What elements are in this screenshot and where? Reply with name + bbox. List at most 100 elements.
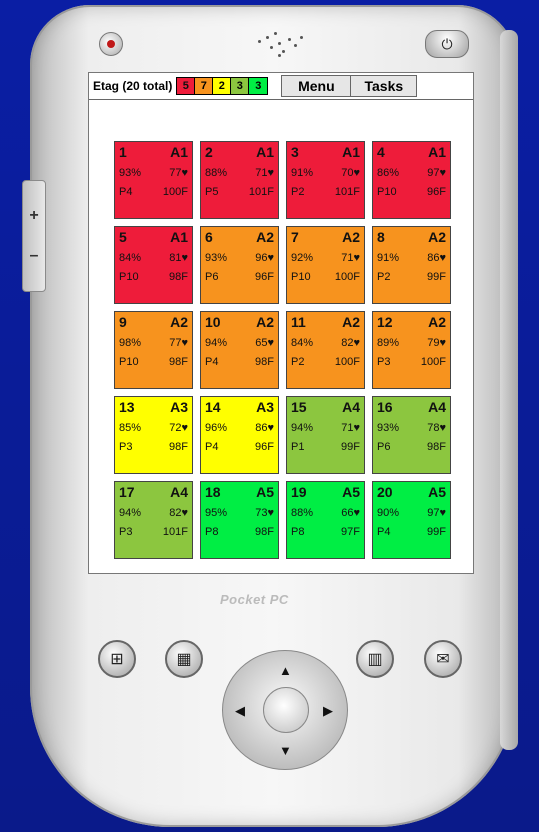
calendar-icon: ▦ xyxy=(176,651,192,668)
tag-tile[interactable]: 8 A2 91% 86♥ P2 99F xyxy=(372,226,451,304)
tag-position: P10 xyxy=(119,356,139,368)
inbox-button[interactable]: ✉ xyxy=(424,640,462,678)
tag-temperature: 98F xyxy=(169,271,188,283)
tag-position: P4 xyxy=(377,526,391,538)
tag-temperature: 99F xyxy=(427,271,446,283)
tag-temperature: 101F xyxy=(248,186,274,198)
tag-heart-rate: 72♥ xyxy=(169,422,188,434)
tasks-button[interactable]: Tasks xyxy=(351,75,418,97)
dpad-center-button[interactable] xyxy=(263,687,309,733)
tag-position: P4 xyxy=(119,186,133,198)
tag-tile[interactable]: 3 A1 91% 70♥ P2 101F xyxy=(286,141,365,219)
tag-tile[interactable]: 12 A2 89% 79♥ P3 100F xyxy=(372,311,451,389)
tag-temperature: 100F xyxy=(334,271,360,283)
tag-temperature: 98F xyxy=(169,356,188,368)
tag-tile[interactable]: 5 A1 84% 81♥ P10 98F xyxy=(114,226,193,304)
tag-heart-rate: 77♥ xyxy=(169,167,188,179)
tag-heart-rate: 77♥ xyxy=(169,337,188,349)
dpad-left-icon[interactable]: ◀ xyxy=(235,703,245,719)
dpad-right-icon[interactable]: ▶ xyxy=(323,703,333,719)
tag-tile[interactable]: 16 A4 93% 78♥ P6 98F xyxy=(372,396,451,474)
tag-heart-rate: 97♥ xyxy=(427,507,446,519)
tag-heart-rate: 96♥ xyxy=(255,252,274,264)
app-toolbar: Etag (20 total) 57233 Menu Tasks xyxy=(89,73,473,100)
tag-heart-rate: 78♥ xyxy=(427,422,446,434)
tag-area: A5 xyxy=(428,484,446,500)
tag-heart-rate: 82♥ xyxy=(341,337,360,349)
volume-up-icon[interactable]: + xyxy=(23,196,45,236)
tag-temperature: 96F xyxy=(255,271,274,283)
tag-area: A1 xyxy=(428,144,446,160)
tag-tile[interactable]: 14 A3 96% 86♥ P4 96F xyxy=(200,396,279,474)
tag-tile[interactable]: 1 A1 93% 77♥ P4 100F xyxy=(114,141,193,219)
power-button[interactable]: ⏻ xyxy=(425,30,469,58)
tag-heart-rate: 97♥ xyxy=(427,167,446,179)
tag-percent: 96% xyxy=(205,422,228,434)
tag-area: A4 xyxy=(342,399,360,415)
tag-percent: 88% xyxy=(205,167,228,179)
device-logo: Pocket PC xyxy=(220,592,289,607)
tag-position: P8 xyxy=(291,526,305,538)
tag-id: 12 xyxy=(377,314,393,330)
tag-percent: 98% xyxy=(119,337,142,349)
tag-tile[interactable]: 19 A5 88% 66♥ P8 97F xyxy=(286,481,365,559)
tag-tile[interactable]: 7 A2 92% 71♥ P10 100F xyxy=(286,226,365,304)
tag-tile[interactable]: 2 A1 88% 71♥ P5 101F xyxy=(200,141,279,219)
tag-percent: 84% xyxy=(291,337,314,349)
tag-position: P6 xyxy=(205,271,219,283)
count-badge: 2 xyxy=(213,78,232,94)
tag-percent: 93% xyxy=(205,252,228,264)
tag-position: P3 xyxy=(119,441,133,453)
tag-tile[interactable]: 10 A2 94% 65♥ P4 98F xyxy=(200,311,279,389)
tag-heart-rate: 66♥ xyxy=(341,507,360,519)
tag-position: P8 xyxy=(205,526,219,538)
tag-temperature: 97F xyxy=(341,526,360,538)
tag-area: A2 xyxy=(428,314,446,330)
volume-rocker[interactable]: + – xyxy=(22,180,46,292)
tag-tile[interactable]: 13 A3 85% 72♥ P3 98F xyxy=(114,396,193,474)
tag-tile[interactable]: 18 A5 95% 73♥ P8 98F xyxy=(200,481,279,559)
tag-id: 11 xyxy=(291,314,306,330)
tag-percent: 92% xyxy=(291,252,314,264)
tag-tile[interactable]: 4 A1 86% 97♥ P10 96F xyxy=(372,141,451,219)
tag-heart-rate: 86♥ xyxy=(255,422,274,434)
tag-temperature: 96F xyxy=(255,441,274,453)
calendar-button[interactable]: ▦ xyxy=(165,640,203,678)
record-button[interactable] xyxy=(99,32,123,56)
tag-area: A1 xyxy=(170,144,188,160)
tag-area: A4 xyxy=(428,399,446,415)
tag-percent: 94% xyxy=(205,337,228,349)
tag-tile[interactable]: 15 A4 94% 71♥ P1 99F xyxy=(286,396,365,474)
tag-temperature: 98F xyxy=(169,441,188,453)
tag-area: A2 xyxy=(342,314,360,330)
tag-tile[interactable]: 11 A2 84% 82♥ P2 100F xyxy=(286,311,365,389)
contacts-button[interactable]: ▥ xyxy=(356,640,394,678)
tag-temperature: 99F xyxy=(427,526,446,538)
contacts-icon: ▥ xyxy=(367,651,383,668)
tag-tile[interactable]: 17 A4 94% 82♥ P3 101F xyxy=(114,481,193,559)
tag-percent: 93% xyxy=(119,167,142,179)
start-button[interactable]: ⊞ xyxy=(98,640,136,678)
tag-area: A5 xyxy=(256,484,274,500)
volume-down-icon[interactable]: – xyxy=(23,236,45,276)
tag-heart-rate: 70♥ xyxy=(341,167,360,179)
tag-percent: 84% xyxy=(119,252,142,264)
speaker-grille xyxy=(250,28,310,57)
menu-button[interactable]: Menu xyxy=(281,75,352,97)
dpad-up-icon[interactable]: ▲ xyxy=(279,663,292,678)
count-badge: 5 xyxy=(177,78,196,94)
tag-tile[interactable]: 20 A5 90% 97♥ P4 99F xyxy=(372,481,451,559)
dpad-down-icon[interactable]: ▼ xyxy=(279,743,292,758)
directional-pad[interactable]: ▲ ▼ ◀ ▶ xyxy=(222,650,348,770)
tag-position: P10 xyxy=(377,186,397,198)
tag-temperature: 99F xyxy=(341,441,360,453)
tag-id: 7 xyxy=(291,229,299,245)
device-right-edge xyxy=(500,30,518,750)
tag-position: P2 xyxy=(377,271,391,283)
tag-id: 1 xyxy=(119,144,127,160)
tag-temperature: 98F xyxy=(427,441,446,453)
tag-tile[interactable]: 6 A2 93% 96♥ P6 96F xyxy=(200,226,279,304)
inbox-icon: ✉ xyxy=(436,651,450,668)
tag-tile[interactable]: 9 A2 98% 77♥ P10 98F xyxy=(114,311,193,389)
tag-temperature: 98F xyxy=(255,526,274,538)
